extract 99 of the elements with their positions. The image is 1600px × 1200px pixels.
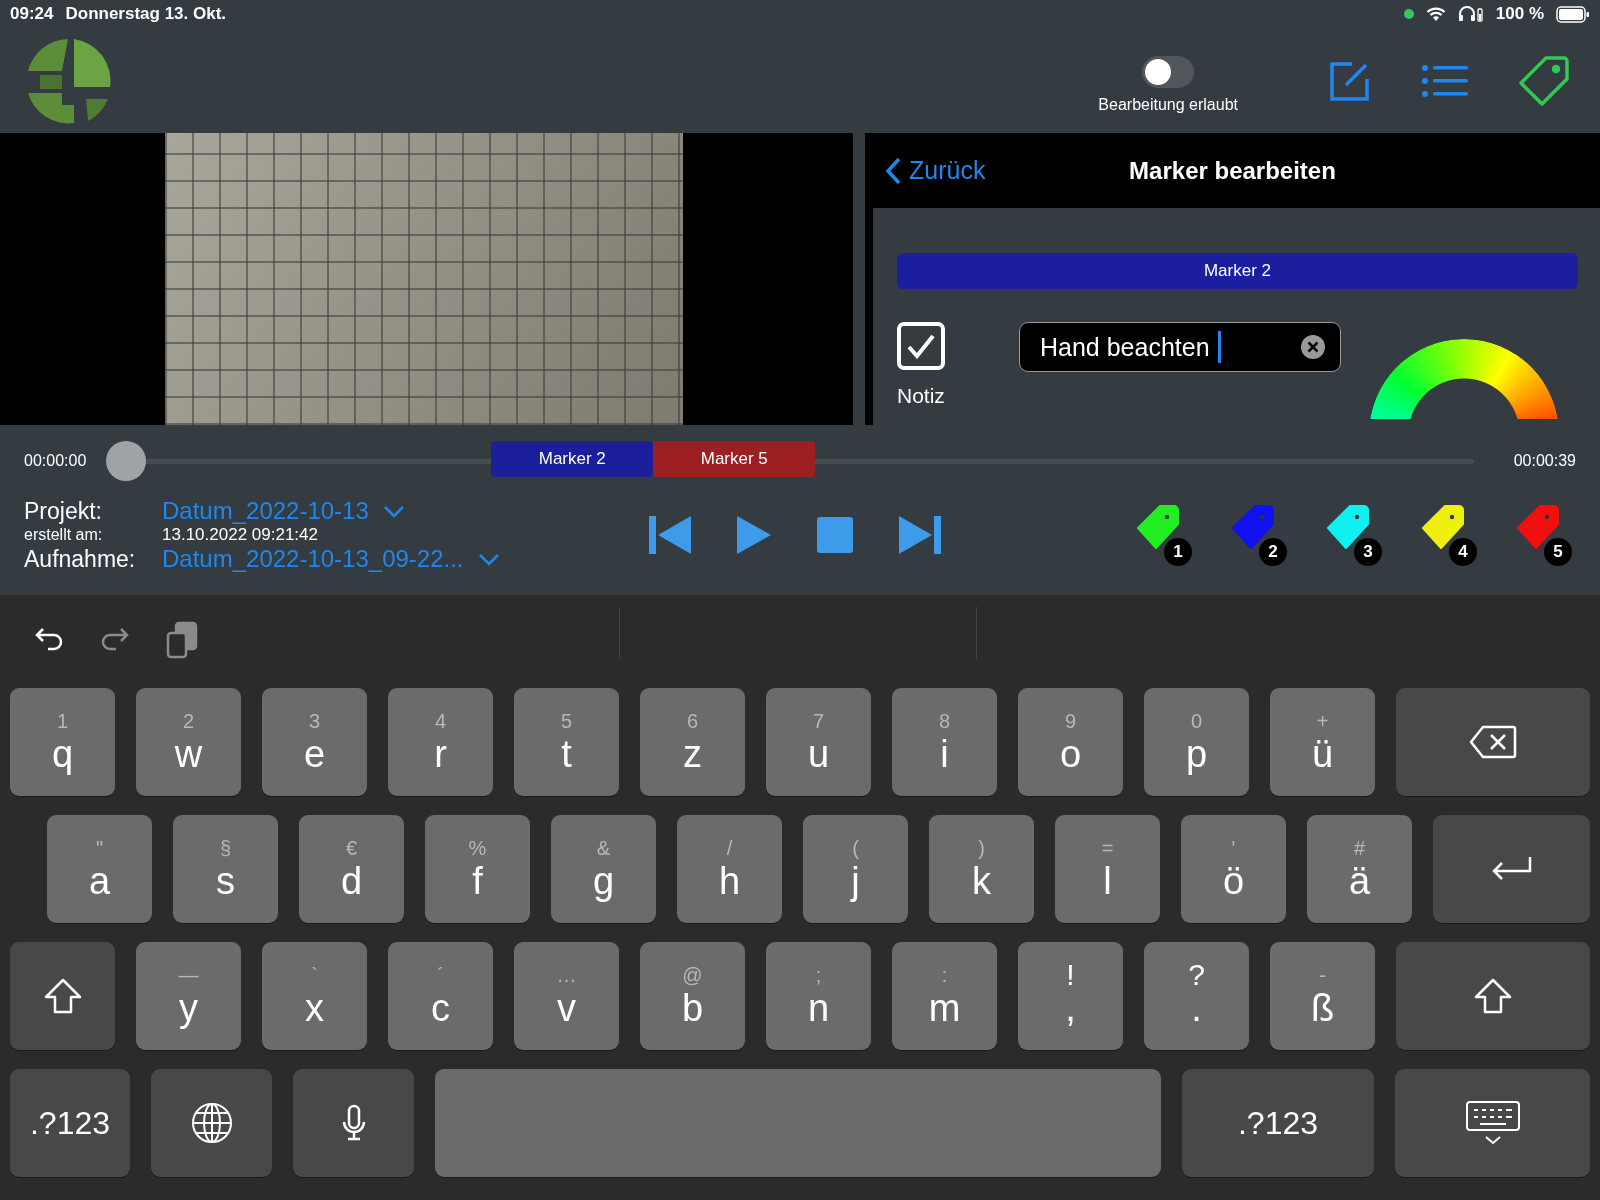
skip-forward-icon	[899, 516, 941, 554]
status-time: 09:24	[10, 4, 54, 24]
battery-percent: 100 %	[1495, 4, 1544, 24]
key[interactable]: ) k	[929, 815, 1034, 923]
tag-button[interactable]: 5	[1516, 504, 1572, 566]
project-label: Projekt:	[24, 497, 103, 525]
skip-back-icon	[649, 516, 691, 554]
key[interactable]: ` x	[262, 942, 367, 1050]
text-field[interactable]: Hand beachten	[1019, 322, 1341, 372]
timeline-marker[interactable]: Marker 5	[653, 440, 816, 477]
edit-toggle[interactable]	[1142, 55, 1195, 88]
skip-back-button[interactable]	[649, 516, 691, 554]
status-date: Donnerstag 13. Okt.	[65, 4, 227, 24]
timeline-marker[interactable]: Marker 2	[491, 440, 654, 477]
tag-button[interactable]	[1518, 54, 1570, 107]
shift-icon	[1473, 978, 1513, 1014]
symbols-key[interactable]: .?123	[10, 1069, 130, 1177]
hide-keyboard-key[interactable]	[1395, 1069, 1590, 1177]
tag-number: 4	[1449, 538, 1477, 566]
key[interactable]: 6 z	[640, 688, 745, 796]
wifi-icon	[1425, 6, 1446, 22]
note-checkbox[interactable]	[897, 322, 945, 370]
tag-button[interactable]: 2	[1231, 504, 1287, 566]
symbols-key[interactable]: .?123	[1182, 1069, 1374, 1177]
shift-key[interactable]	[10, 942, 115, 1050]
globe-icon	[189, 1101, 234, 1145]
project-dropdown[interactable]: Datum_2022-10-13	[162, 497, 624, 525]
key[interactable]: ! ,	[1018, 942, 1123, 1050]
skip-forward-button[interactable]	[899, 516, 941, 554]
key[interactable]: 0 p	[1144, 688, 1249, 796]
tag-icon	[1518, 54, 1570, 107]
key[interactable]: / h	[677, 815, 782, 923]
key[interactable]: 7 u	[766, 688, 871, 796]
microphone-icon	[340, 1104, 367, 1142]
battery-icon	[1556, 5, 1590, 23]
created-label: erstellt am:	[24, 526, 104, 544]
key[interactable]: : m	[892, 942, 997, 1050]
key[interactable]: ; n	[766, 942, 871, 1050]
note-label: Notiz	[897, 384, 945, 408]
panel-title: Marker bearbeiten	[1129, 156, 1336, 185]
key[interactable]: 1 q	[10, 688, 115, 796]
key[interactable]: 2 w	[136, 688, 241, 796]
key[interactable]: ´ c	[388, 942, 493, 1050]
key[interactable]: ? .	[1144, 942, 1249, 1050]
check-icon	[906, 333, 936, 359]
created-date: 13.10.2022 09:21:42	[162, 525, 319, 545]
marker-name-bar: Marker 2	[897, 253, 1578, 289]
recording-label: Aufnahme:	[24, 545, 137, 573]
clipboard-icon	[166, 621, 198, 659]
tag-button[interactable]: 1	[1136, 504, 1192, 566]
toggle-label: Bearbeitung erlaubt	[1098, 95, 1238, 114]
recording-dropdown[interactable]: Datum_2022-10-13_09-22...	[162, 545, 624, 573]
clear-icon[interactable]	[1300, 334, 1326, 360]
tag-button[interactable]: 4	[1421, 504, 1477, 566]
key[interactable]: ' ö	[1181, 815, 1286, 923]
key[interactable]: % f	[425, 815, 530, 923]
play-icon	[737, 516, 771, 554]
key[interactable]: & g	[551, 815, 656, 923]
key[interactable]: - ß	[1270, 942, 1375, 1050]
key[interactable]: + ü	[1270, 688, 1375, 796]
key[interactable]: 3 e	[262, 688, 367, 796]
indicator-dot-icon	[1403, 9, 1414, 19]
tag-number: 1	[1164, 538, 1192, 566]
key[interactable]: … v	[514, 942, 619, 1050]
tag-number: 5	[1544, 538, 1572, 566]
key[interactable]: — y	[136, 942, 241, 1050]
paste-button[interactable]	[166, 621, 198, 659]
end-time: 00:00:39	[1513, 452, 1576, 470]
tag-number: 3	[1354, 538, 1382, 566]
key[interactable]: € d	[299, 815, 404, 923]
keyboard-hide-icon	[1464, 1100, 1521, 1146]
key[interactable]: 4 r	[388, 688, 493, 796]
chevron-left-icon	[885, 156, 901, 185]
chevron-down-icon	[382, 504, 405, 518]
key[interactable]: 8 i	[892, 688, 997, 796]
tag-button[interactable]: 3	[1326, 504, 1382, 566]
tag-number: 2	[1259, 538, 1287, 566]
key[interactable]: " a	[47, 815, 152, 923]
backspace-key[interactable]	[1396, 688, 1590, 796]
key[interactable]: 5 t	[514, 688, 619, 796]
key[interactable]: § s	[173, 815, 278, 923]
back-button[interactable]: Zurück	[885, 156, 986, 185]
shift-icon	[42, 978, 83, 1014]
key[interactable]: @ b	[640, 942, 745, 1050]
globe-key[interactable]	[151, 1069, 272, 1177]
backspace-icon	[1469, 725, 1517, 759]
list-button[interactable]	[1422, 63, 1468, 98]
key[interactable]: 9 o	[1018, 688, 1123, 796]
list-icon	[1422, 63, 1468, 98]
play-button[interactable]	[737, 516, 771, 554]
headphones-icon	[1457, 6, 1484, 22]
key[interactable]: # ä	[1307, 815, 1412, 923]
start-time: 00:00:00	[24, 452, 87, 470]
key[interactable]: ( j	[803, 815, 908, 923]
stop-icon	[817, 517, 853, 553]
microphone-key[interactable]	[293, 1069, 414, 1177]
chevron-down-icon	[477, 552, 500, 566]
key[interactable]: = l	[1055, 815, 1160, 923]
timeline-thumb[interactable]	[106, 440, 147, 481]
